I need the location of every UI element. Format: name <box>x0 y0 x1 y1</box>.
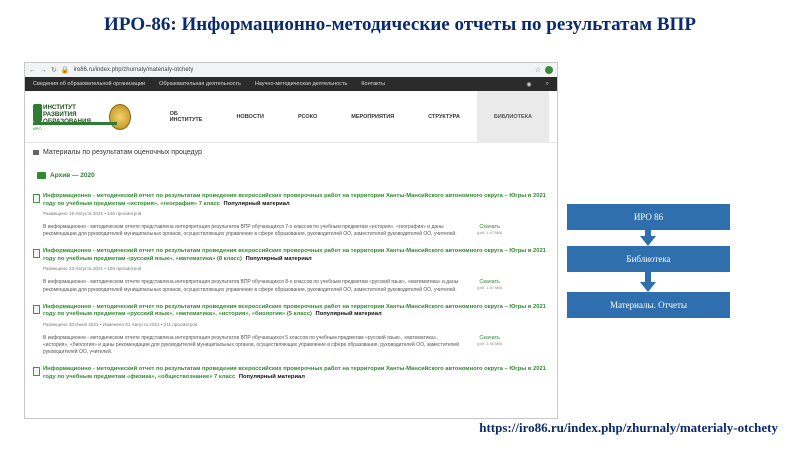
flow-step-biblioteka: Библиотека <box>567 246 730 272</box>
logo-mark-icon <box>33 103 42 122</box>
eye-icon[interactable]: ◉ <box>526 81 531 88</box>
flow-step-materialy: Материалы. Отчеты <box>567 292 730 318</box>
back-icon[interactable]: ← <box>29 67 36 74</box>
search-icon[interactable]: ⌕ <box>546 81 549 88</box>
lock-icon: 🔒 <box>60 67 70 74</box>
topbar-link-obrazovatelnaya[interactable]: Образовательная деятельность <box>159 81 241 87</box>
topbar-link-nauchno[interactable]: Научно-методическая деятельность <box>255 81 348 87</box>
download-button[interactable]: Скачать (pdf, 1.47 MB) <box>477 224 502 238</box>
folder-icon <box>37 172 46 179</box>
item-title-link[interactable]: Информационно - методический отчет по ре… <box>43 366 557 381</box>
site-top-bar: Сведения об образовательной организации … <box>25 77 557 91</box>
flow-arrow-icon <box>640 282 656 292</box>
archive-link[interactable]: Архив — 2020 <box>37 172 549 179</box>
logo-bar <box>33 121 117 125</box>
url-text[interactable]: iro86.ru/index.php/zhurnaly/materialy-ot… <box>74 67 531 73</box>
item-description: В информационно - методическом отчете пр… <box>43 334 459 356</box>
pdf-file-icon <box>33 367 40 377</box>
slide: ИРО-86: Информационно-методические отчет… <box>0 0 800 450</box>
item-title-link[interactable]: Информационно - методический отчет по ре… <box>43 304 557 319</box>
flow-arrow-icon <box>640 236 656 246</box>
site-logo[interactable]: ИНСТИТУТ РАЗВИТИЯ ОБРАЗОВАНИЯ ИРО <box>33 100 117 134</box>
main-menu: ОБ ИНСТИТУТЕ НОВОСТИ РСОКО МЕРОПРИЯТИЯ С… <box>153 90 549 143</box>
logo-abbr: ИРО <box>33 125 42 131</box>
list-item: Информационно - методический отчет по ре… <box>33 366 549 381</box>
page-content: Материалы по результатам оценочных проце… <box>25 143 557 397</box>
browser-address-bar[interactable]: ← → ↻ 🔒 iro86.ru/index.php/zhurnaly/mate… <box>25 63 557 77</box>
pdf-file-icon <box>33 194 40 203</box>
menu-item-novosti[interactable]: НОВОСТИ <box>219 114 281 120</box>
profile-icon[interactable] <box>545 66 553 74</box>
site-header: ИНСТИТУТ РАЗВИТИЯ ОБРАЗОВАНИЯ ИРО ОБ ИНС… <box>25 90 557 143</box>
menu-item-rsoko[interactable]: РСОКО <box>281 114 334 120</box>
menu-item-meropriyatiya[interactable]: МЕРОПРИЯТИЯ <box>334 114 411 120</box>
download-button[interactable]: Скачать (pdf, 1.47 MB) <box>477 279 502 293</box>
pdf-file-icon <box>33 304 40 314</box>
item-description: В информационно - методическом отчете пр… <box>43 224 457 238</box>
item-meta: Размещено 19 Августа 2021 • 146 просмотр… <box>43 211 142 216</box>
topbar-link-kontakty[interactable]: Контакты <box>361 81 385 87</box>
page-heading: Материалы по результатам оценочных проце… <box>33 149 549 156</box>
website-screenshot: ← → ↻ 🔒 iro86.ru/index.php/zhurnaly/mate… <box>24 62 558 419</box>
menu-item-ob-institute[interactable]: ОБ ИНСТИТУТЕ <box>153 111 220 123</box>
topbar-link-svedeniya[interactable]: Сведения об образовательной организации <box>33 81 145 87</box>
list-item: Информационно - методический отчет по ре… <box>33 193 549 238</box>
item-meta: Размещено 23 Августа 2021 • 106 просмотр… <box>43 266 142 272</box>
star-icon[interactable]: ☆ <box>535 66 541 74</box>
menu-item-biblioteka[interactable]: БИБЛИОТЕКА <box>476 90 549 143</box>
download-button[interactable]: Скачать (pdf, 2.46 MB) <box>477 335 502 357</box>
folder-icon <box>33 150 39 155</box>
slide-title: ИРО-86: Информационно-методические отчет… <box>104 14 696 35</box>
forward-icon[interactable]: → <box>40 67 47 74</box>
source-link[interactable]: https://iro86.ru/index.php/zhurnaly/mate… <box>479 420 778 436</box>
flow-arrow-stem <box>645 272 651 282</box>
list-item: Информационно - методический отчет по ре… <box>33 248 549 293</box>
item-meta: Размещено 30 Июня 2021 • Изменено 01 Авг… <box>43 321 198 327</box>
item-description: В информационно - методическом отчете пр… <box>43 279 459 293</box>
pdf-file-icon <box>33 249 40 259</box>
item-title-link[interactable]: Информационно - методический отчет по ре… <box>43 193 557 208</box>
flow-step-iro86: ИРО 86 <box>567 204 730 230</box>
item-title-link[interactable]: Информационно - методический отчет по ре… <box>43 248 557 263</box>
reload-icon[interactable]: ↻ <box>51 66 57 74</box>
list-item: Информационно - методический отчет по ре… <box>33 304 549 357</box>
menu-item-struktura[interactable]: СТРУКТУРА <box>411 114 477 120</box>
medal-icon <box>108 103 131 130</box>
